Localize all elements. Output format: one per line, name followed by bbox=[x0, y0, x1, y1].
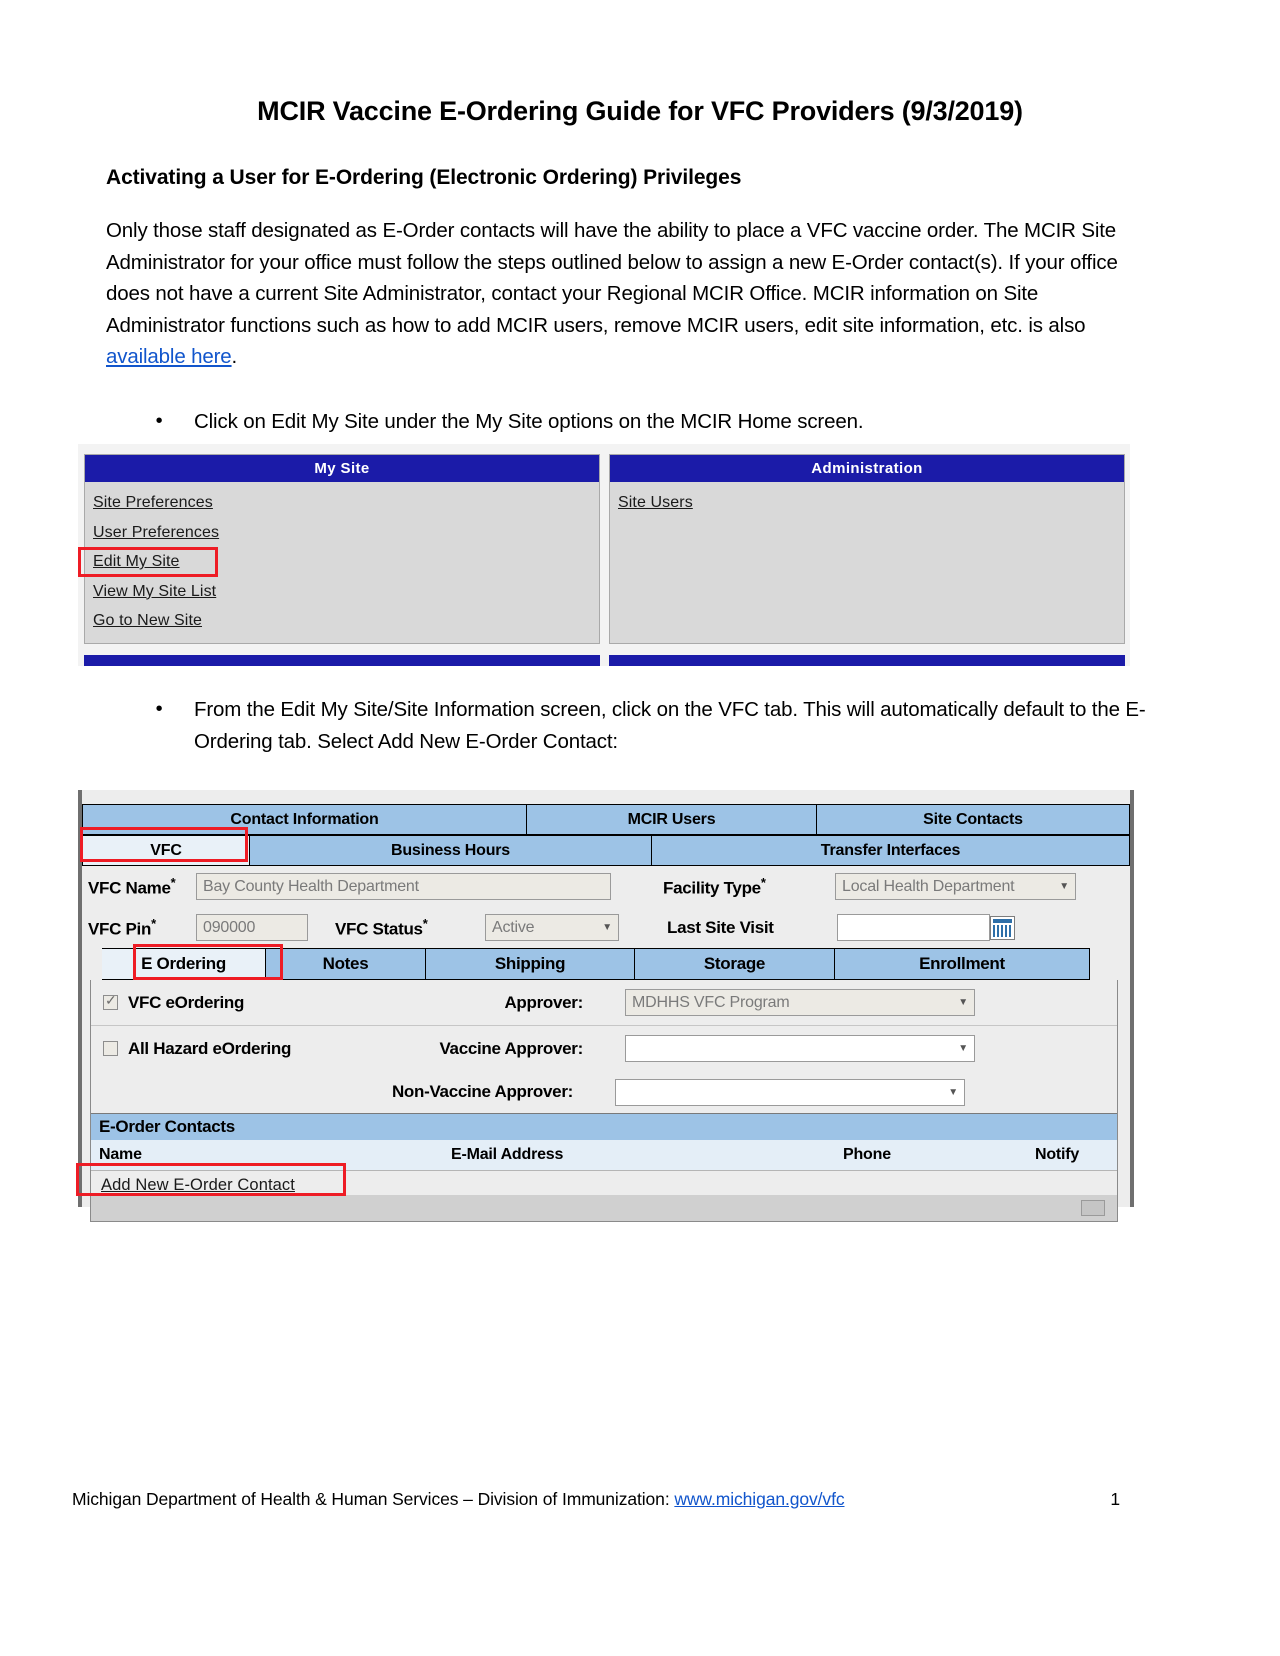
column-header-notify: Notify bbox=[1035, 1146, 1080, 1163]
link-view-my-site-list[interactable]: View My Site List bbox=[93, 577, 216, 607]
checkbox-all-hazard-eordering[interactable] bbox=[103, 1041, 118, 1056]
bullet-1-text: Click on Edit My Site under the My Site … bbox=[194, 410, 864, 433]
input-last-site-visit[interactable] bbox=[837, 914, 990, 941]
tab-contact-information[interactable]: Contact Information bbox=[82, 804, 527, 835]
label-vfc-status: VFC Status* bbox=[335, 915, 428, 939]
bullet-item-1: • Click on Edit My Site under the My Sit… bbox=[148, 406, 1108, 438]
select-approver-value: MDHHS VFC Program bbox=[632, 993, 790, 1011]
administration-links: Site Users bbox=[610, 482, 1124, 518]
section-header-eorder-contacts: E-Order Contacts bbox=[91, 1113, 1117, 1140]
link-add-new-eorder-contact[interactable]: Add New E-Order Contact bbox=[91, 1171, 295, 1195]
bullet-2-text: From the Edit My Site/Site Information s… bbox=[194, 698, 1146, 753]
my-site-panel-header: My Site bbox=[85, 455, 599, 482]
screenshot-my-site-panels: My Site Site Preferences User Preference… bbox=[78, 444, 1130, 666]
intro-paragraph: Only those staff designated as E-Order c… bbox=[106, 215, 1146, 373]
subtab-shipping[interactable]: Shipping bbox=[426, 948, 635, 980]
eordering-panel: VFC eOrdering Approver: MDHHS VFC Progra… bbox=[90, 980, 1118, 1222]
table-header-row: Name E-Mail Address Phone Notify bbox=[91, 1140, 1117, 1171]
calendar-icon[interactable] bbox=[990, 915, 1015, 940]
subtab-spacer bbox=[90, 948, 102, 980]
column-header-phone: Phone bbox=[843, 1146, 891, 1163]
chevron-down-icon: ▼ bbox=[958, 997, 968, 1008]
tab-vfc[interactable]: VFC bbox=[82, 835, 250, 866]
row-non-vaccine-approver: Non-Vaccine Approver: ▼ bbox=[91, 1071, 1117, 1113]
select-facility-type[interactable]: Local Health Department ▼ bbox=[835, 873, 1076, 900]
column-header-email: E-Mail Address bbox=[451, 1146, 564, 1163]
select-vfc-status[interactable]: Active ▼ bbox=[485, 914, 619, 941]
administration-panel: Administration Site Users bbox=[609, 454, 1125, 644]
administration-panel-footer-bar bbox=[609, 655, 1125, 666]
label-vfc-eordering: VFC eOrdering bbox=[128, 992, 245, 1012]
footer-link-michigan-vfc[interactable]: www.michigan.gov/vfc bbox=[674, 1489, 844, 1509]
chevron-down-icon: ▼ bbox=[602, 922, 612, 933]
select-facility-type-value: Local Health Department bbox=[842, 877, 1015, 895]
tab-business-hours[interactable]: Business Hours bbox=[250, 835, 652, 866]
bullet-item-2: • From the Edit My Site/Site Information… bbox=[148, 694, 1148, 757]
tab-transfer-interfaces[interactable]: Transfer Interfaces bbox=[652, 835, 1130, 866]
input-vfc-pin[interactable]: 090000 bbox=[196, 914, 308, 941]
chevron-down-icon: ▼ bbox=[958, 1043, 968, 1054]
row-all-hazard-eordering: All Hazard eOrdering Vaccine Approver: ▼ bbox=[91, 1026, 1117, 1071]
label-vaccine-approver: Vaccine Approver: bbox=[439, 1038, 583, 1058]
link-go-to-new-site[interactable]: Go to New Site bbox=[93, 606, 202, 636]
label-all-hazard-eordering: All Hazard eOrdering bbox=[128, 1038, 292, 1058]
subtab-row: E Ordering Notes Shipping Storage Enroll… bbox=[90, 948, 1130, 980]
label-last-site-visit: Last Site Visit bbox=[667, 917, 774, 937]
label-non-vaccine-approver: Non-Vaccine Approver: bbox=[391, 1082, 573, 1101]
subtab-storage[interactable]: Storage bbox=[635, 948, 835, 980]
field-row-vfc-pin: VFC Pin* 090000 VFC Status* Active ▼ Las… bbox=[82, 907, 1130, 948]
column-header-name: Name bbox=[99, 1146, 142, 1163]
select-non-vaccine-approver[interactable]: ▼ bbox=[615, 1078, 965, 1106]
tab-row-secondary: VFC Business Hours Transfer Interfaces bbox=[82, 835, 1130, 866]
document-page: MCIR Vaccine E-Ordering Guide for VFC Pr… bbox=[0, 0, 1280, 1656]
my-site-panel-footer-bar bbox=[84, 655, 600, 666]
label-facility-type: Facility Type* bbox=[663, 874, 766, 898]
my-site-links: Site Preferences User Preferences Edit M… bbox=[85, 482, 599, 636]
link-site-users[interactable]: Site Users bbox=[618, 488, 693, 518]
footer-text: Michigan Department of Health & Human Se… bbox=[72, 1489, 675, 1509]
subtab-enrollment[interactable]: Enrollment bbox=[835, 948, 1090, 980]
link-edit-my-site[interactable]: Edit My Site bbox=[93, 547, 180, 577]
label-vfc-pin: VFC Pin* bbox=[88, 915, 156, 939]
select-vfc-status-value: Active bbox=[492, 918, 535, 936]
intro-paragraph-text: Only those staff designated as E-Order c… bbox=[106, 219, 1118, 337]
input-vfc-name[interactable]: Bay County Health Department bbox=[196, 873, 611, 900]
chevron-down-icon: ▼ bbox=[948, 1086, 958, 1098]
tab-site-contacts[interactable]: Site Contacts bbox=[817, 804, 1130, 835]
intro-paragraph-period: . bbox=[231, 345, 238, 369]
label-vfc-name: VFC Name* bbox=[88, 874, 176, 898]
subtab-notes[interactable]: Notes bbox=[266, 948, 426, 980]
available-here-link[interactable]: available here bbox=[106, 345, 232, 368]
contacts-table-footer bbox=[91, 1195, 1117, 1221]
my-site-panel: My Site Site Preferences User Preference… bbox=[84, 454, 600, 644]
page-number: 1 bbox=[1110, 1489, 1120, 1509]
link-site-preferences[interactable]: Site Preferences bbox=[93, 488, 213, 518]
label-approver: Approver: bbox=[504, 992, 583, 1012]
tab-mcir-users[interactable]: MCIR Users bbox=[527, 804, 817, 835]
subtab-e-ordering[interactable]: E Ordering bbox=[102, 948, 266, 980]
administration-panel-header: Administration bbox=[610, 455, 1124, 482]
page-title: MCIR Vaccine E-Ordering Guide for VFC Pr… bbox=[257, 96, 1023, 126]
page-footer: Michigan Department of Health & Human Se… bbox=[72, 1489, 1212, 1510]
bullet-marker-icon: • bbox=[155, 410, 163, 432]
select-vaccine-approver[interactable]: ▼ bbox=[625, 1035, 975, 1062]
field-row-vfc-name: VFC Name* Bay County Health Department F… bbox=[82, 866, 1130, 907]
select-approver[interactable]: MDHHS VFC Program ▼ bbox=[625, 989, 975, 1016]
checkbox-vfc-eordering[interactable] bbox=[103, 992, 118, 1010]
scroll-stub-icon bbox=[1081, 1200, 1105, 1216]
bullet-marker-icon: • bbox=[155, 698, 163, 720]
tab-row-primary: Contact Information MCIR Users Site Cont… bbox=[82, 804, 1130, 835]
row-vfc-eordering: VFC eOrdering Approver: MDHHS VFC Progra… bbox=[91, 980, 1117, 1026]
link-user-preferences[interactable]: User Preferences bbox=[93, 518, 219, 548]
chevron-down-icon: ▼ bbox=[1059, 881, 1069, 892]
screenshot-vfc-eordering: Contact Information MCIR Users Site Cont… bbox=[78, 790, 1134, 1222]
section-heading: Activating a User for E-Ordering (Electr… bbox=[106, 166, 742, 189]
